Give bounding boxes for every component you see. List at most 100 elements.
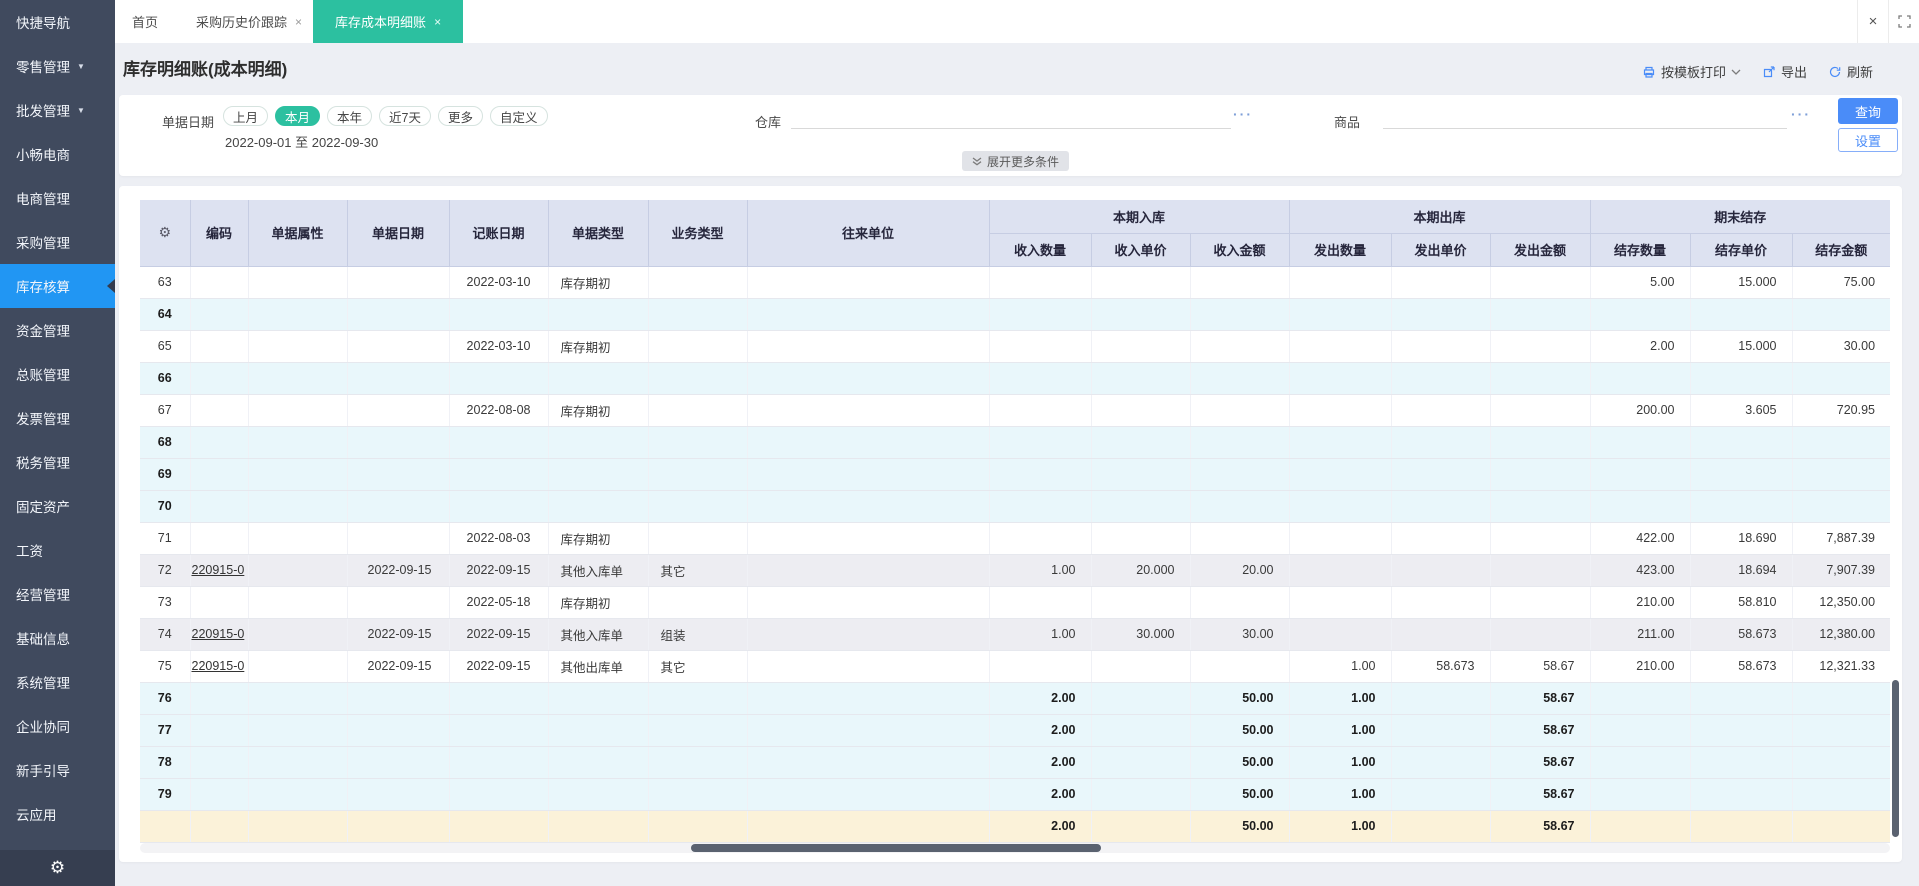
sidebar-item-label: 零售管理 xyxy=(16,60,70,75)
sidebar-item-固定资产[interactable]: 固定资产 xyxy=(0,484,115,528)
doc-code-link[interactable]: 220915-0 xyxy=(192,627,245,641)
cell-biz_type xyxy=(648,458,748,491)
table-row[interactable]: 67 2022-08-08 库存期初 200.00 3.605 720.95 xyxy=(140,394,1891,427)
sidebar-item-基础信息[interactable]: 基础信息 xyxy=(0,616,115,660)
cell-out_price xyxy=(1391,362,1491,395)
cell-out_amt: 58.67 xyxy=(1490,810,1591,843)
tab-库存成本明细账[interactable]: 库存成本明细账 × xyxy=(313,0,464,43)
table-row[interactable]: 77 2.00 50.00 1.00 58.67 xyxy=(140,714,1891,747)
table-row[interactable]: 73 2022-05-18 库存期初 210.00 58.810 12,350.00 xyxy=(140,586,1891,619)
table-row[interactable]: 69 xyxy=(140,458,1891,491)
warehouse-input[interactable] xyxy=(791,101,1231,129)
cell-in_amt xyxy=(1190,458,1290,491)
sidebar-item-新手引导[interactable]: 新手引导 xyxy=(0,748,115,792)
vertical-scrollbar-thumb[interactable] xyxy=(1892,680,1899,837)
sidebar-item-云应用[interactable]: 云应用 xyxy=(0,792,115,836)
cell-doc_date xyxy=(347,490,450,523)
cell-doc_date xyxy=(347,682,450,715)
horizontal-scrollbar-thumb[interactable] xyxy=(691,844,1101,852)
cell-doc_type xyxy=(548,298,649,331)
settings-gear-icon[interactable]: ⚙ xyxy=(50,858,65,878)
sidebar-item-资金管理[interactable]: 资金管理 xyxy=(0,308,115,352)
col-header-acc-date: 记账日期 xyxy=(449,200,549,267)
tab-label: 首页 xyxy=(132,15,159,30)
sidebar-item-小畅电商[interactable]: 小畅电商 xyxy=(0,132,115,176)
tab-close-icon[interactable]: × xyxy=(295,15,302,29)
column-settings-gear-icon[interactable]: ⚙ xyxy=(158,224,171,240)
sidebar-item-零售管理[interactable]: 零售管理 ▼ xyxy=(0,44,115,88)
cell-partner xyxy=(747,746,990,779)
cell-doc_date xyxy=(347,362,450,395)
date-option-本年[interactable]: 本年 xyxy=(327,106,373,126)
sidebar-item-经营管理[interactable]: 经营管理 xyxy=(0,572,115,616)
table-row[interactable]: 71 2022-08-03 库存期初 422.00 18.690 7,887.39 xyxy=(140,522,1891,555)
sidebar-item-快捷导航[interactable]: 快捷导航 xyxy=(0,0,115,44)
table-row[interactable]: 74 220915-0 2022-09-15 2022-09-15 其他入库单 组装 1.0… xyxy=(140,618,1891,651)
cell-in_price xyxy=(1091,266,1191,299)
date-option-更多[interactable]: 更多 xyxy=(438,106,484,126)
fullscreen-icon[interactable] xyxy=(1888,0,1919,43)
table-row[interactable]: 76 2.00 50.00 1.00 58.67 xyxy=(140,682,1891,715)
table-row[interactable]: 2.00 50.00 1.00 58.67 xyxy=(140,810,1891,843)
double-chevron-down-icon xyxy=(972,156,982,166)
date-option-上月[interactable]: 上月 xyxy=(223,106,269,126)
date-range-value: 2022-09-01 至 2022-09-30 xyxy=(225,135,379,150)
settings-button[interactable]: 设置 xyxy=(1838,128,1898,152)
tab-首页[interactable]: 首页 xyxy=(132,0,158,43)
table-row[interactable]: 64 xyxy=(140,298,1891,331)
sidebar-item-批发管理[interactable]: 批发管理 ▼ xyxy=(0,88,115,132)
cell-bal_qty xyxy=(1590,458,1691,491)
sidebar-item-电商管理[interactable]: 电商管理 xyxy=(0,176,115,220)
table-row[interactable]: 66 xyxy=(140,362,1891,395)
cell-in_qty: 2.00 xyxy=(989,810,1092,843)
tab-close-icon[interactable]: × xyxy=(434,15,441,29)
cell-out_qty: 1.00 xyxy=(1289,746,1392,779)
sidebar-item-总账管理[interactable]: 总账管理 xyxy=(0,352,115,396)
sidebar-item-采购管理[interactable]: 采购管理 xyxy=(0,220,115,264)
export-button[interactable]: 导出 xyxy=(1762,62,1807,81)
cell-bal_price xyxy=(1690,490,1793,523)
product-input[interactable] xyxy=(1383,101,1787,129)
sidebar-item-系统管理[interactable]: 系统管理 xyxy=(0,660,115,704)
doc-code-link[interactable]: 220915-0 xyxy=(192,563,245,577)
cell-code xyxy=(190,746,249,779)
sidebar-item-工资[interactable]: 工资 xyxy=(0,528,115,572)
table-row[interactable]: 68 xyxy=(140,426,1891,459)
cell-out_amt: 58.67 xyxy=(1490,778,1591,811)
cell-bal_qty: 5.00 xyxy=(1590,266,1691,299)
product-picker-ellipsis-button[interactable]: ··· xyxy=(1791,107,1811,121)
refresh-button[interactable]: 刷新 xyxy=(1828,62,1873,81)
sidebar-item-税务管理[interactable]: 税务管理 xyxy=(0,440,115,484)
sidebar-item-库存核算[interactable]: 库存核算 xyxy=(0,264,115,308)
close-icon[interactable]: × xyxy=(1857,0,1888,43)
expand-more-conditions-button[interactable]: 展开更多条件 xyxy=(962,151,1070,171)
sidebar-item-label: 发票管理 xyxy=(16,412,70,427)
table-row[interactable]: 72 220915-0 2022-09-15 2022-09-15 其他入库单 其它 1.0… xyxy=(140,554,1891,587)
table-row[interactable]: 63 2022-03-10 库存期初 5.00 15.000 75.00 xyxy=(140,266,1891,299)
doc-code-link[interactable]: 220915-0 xyxy=(192,659,245,673)
tab-label: 采购历史价跟踪 xyxy=(196,15,288,30)
cell-out_qty xyxy=(1289,554,1392,587)
table-row[interactable]: 78 2.00 50.00 1.00 58.67 xyxy=(140,746,1891,779)
cell-out_price xyxy=(1391,586,1491,619)
cell-in_price xyxy=(1091,746,1191,779)
cell-in_price xyxy=(1091,522,1191,555)
print-by-template-button[interactable]: 按模板打印 xyxy=(1642,62,1741,81)
sidebar-item-企业协同[interactable]: 企业协同 xyxy=(0,704,115,748)
table-row[interactable]: 75 220915-0 2022-09-15 2022-09-15 其他出库单 其它 1.0… xyxy=(140,650,1891,683)
query-button[interactable]: 查询 xyxy=(1838,98,1898,124)
tab-采购历史价跟踪[interactable]: 采购历史价跟踪 × xyxy=(196,0,302,43)
table-row[interactable]: 79 2.00 50.00 1.00 58.67 xyxy=(140,778,1891,811)
cell-num: 76 xyxy=(140,682,191,715)
sidebar-item-label: 工资 xyxy=(16,544,43,559)
date-option-本月[interactable]: 本月 xyxy=(275,106,321,126)
cell-out_amt xyxy=(1490,522,1591,555)
date-option-近7天[interactable]: 近7天 xyxy=(379,106,431,126)
table-row[interactable]: 70 xyxy=(140,490,1891,523)
sidebar-item-发票管理[interactable]: 发票管理 xyxy=(0,396,115,440)
cell-bal_price xyxy=(1690,778,1793,811)
warehouse-picker-ellipsis-button[interactable]: ··· xyxy=(1233,107,1253,121)
date-option-自定义[interactable]: 自定义 xyxy=(490,106,548,126)
table-row[interactable]: 65 2022-03-10 库存期初 2.00 15.000 30.00 xyxy=(140,330,1891,363)
cell-attr xyxy=(248,810,348,843)
